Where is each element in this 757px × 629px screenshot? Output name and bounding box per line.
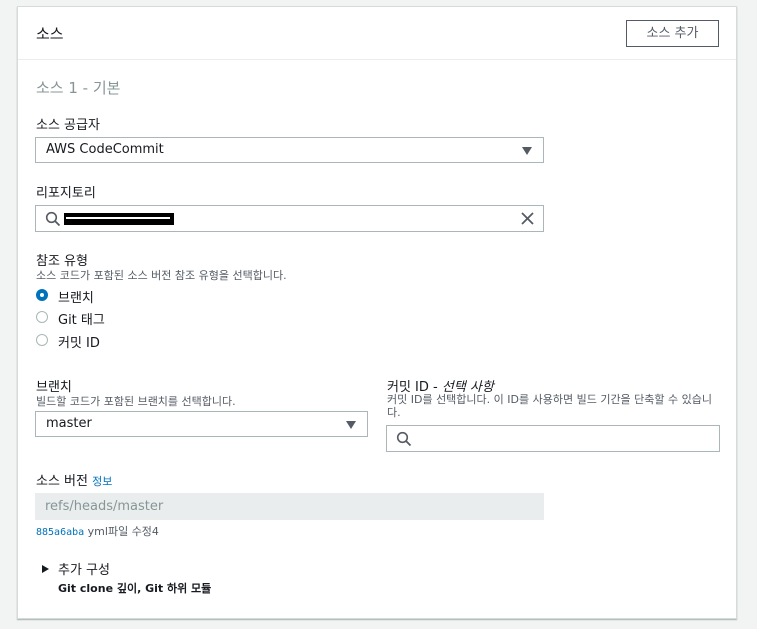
panel-header: 소스 소스 추가	[18, 7, 736, 60]
caret-right-icon[interactable]	[42, 565, 49, 573]
commit-hash-link[interactable]: 885a6aba	[36, 527, 84, 538]
provider-value: AWS CodeCommit	[46, 142, 164, 157]
repository-search-input[interactable]	[35, 205, 544, 232]
caret-down-icon	[346, 421, 356, 429]
additional-config-subtitle: Git clone 깊이, Git 하위 모듈	[58, 582, 212, 595]
panel-title: 소스	[36, 25, 64, 43]
commit-id-description: 커밋 ID를 선택합니다. 이 ID를 사용하면 빌드 기간을 단축할 수 있습…	[387, 393, 713, 419]
commit-id-search-input[interactable]	[386, 425, 720, 452]
radio-label: 커밋 ID	[58, 336, 100, 351]
add-source-button[interactable]: 소스 추가	[626, 20, 719, 47]
section-title: 소스 1 - 기본	[36, 79, 121, 97]
redacted-repository-name	[64, 213, 174, 225]
caret-down-icon	[522, 147, 532, 155]
radio-label: Git 태그	[58, 313, 105, 328]
branch-value: master	[46, 416, 92, 431]
source-version-label-text: 소스 버전	[36, 474, 88, 489]
repository-label: 리포지토리	[36, 186, 96, 201]
source-version-label: 소스 버전 정보	[36, 470, 112, 489]
source-version-field: refs/heads/master	[35, 493, 544, 520]
commit-message: yml파일 수정4	[87, 525, 159, 538]
branch-description: 빌드할 코드가 포함된 브랜치를 선택합니다.	[36, 395, 236, 408]
reference-type-description: 소스 코드가 포함된 소스 버전 참조 유형을 선택합니다.	[36, 269, 287, 282]
search-icon	[45, 211, 61, 227]
source-panel: 소스 소스 추가 소스 1 - 기본 소스 공급자 AWS CodeCommit…	[17, 6, 737, 619]
search-icon	[396, 431, 412, 447]
additional-config-toggle[interactable]: 추가 구성	[58, 559, 110, 578]
close-icon[interactable]	[521, 212, 534, 225]
info-link[interactable]: 정보	[92, 475, 112, 488]
radio-unchecked-icon[interactable]	[36, 334, 48, 346]
provider-label: 소스 공급자	[36, 118, 100, 133]
commit-info: 885a6aba yml파일 수정4	[36, 523, 159, 539]
provider-select[interactable]: AWS CodeCommit	[35, 137, 544, 163]
radio-checked-icon[interactable]	[36, 289, 48, 301]
radio-unchecked-icon[interactable]	[36, 311, 48, 323]
branch-select[interactable]: master	[35, 411, 368, 437]
radio-label: 브랜치	[58, 291, 94, 306]
